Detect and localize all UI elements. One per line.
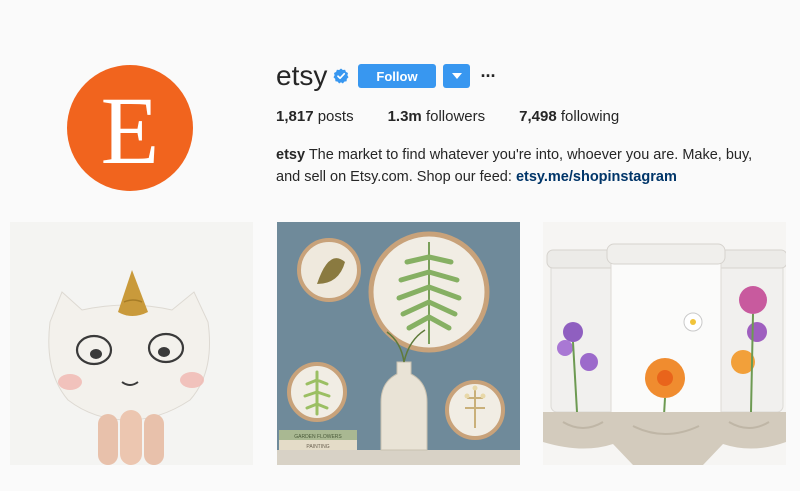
following-count: 7,498 [519,108,557,125]
ellipsis-icon: ··· [480,65,497,86]
book-label-1: GARDEN FLOWERS [294,434,342,440]
post-tile-3[interactable] [543,222,786,465]
profile-bio: etsy The market to find whatever you're … [276,144,776,188]
followers-stat[interactable]: 1.3m followers [388,108,486,125]
posts-label: posts [317,108,354,125]
caret-down-icon [451,73,462,79]
post-tile-2[interactable]: GARDEN FLOWERS PAINTING [277,222,520,465]
profile-username: etsy [276,60,328,91]
avatar-letter: E [100,77,160,184]
following-stat[interactable]: 7,498 following [519,108,619,125]
bio-link[interactable]: etsy.me/shopinstagram [516,169,677,185]
follow-button[interactable]: Follow [358,64,436,88]
posts-stat: 1,817 posts [276,108,354,125]
post-image-embroidery-hoops: GARDEN FLOWERS PAINTING [277,222,520,465]
post-image-floral-cups [543,222,786,465]
profile-stats: 1,817 posts 1.3m followers 7,498 followi… [276,108,653,125]
followers-count: 1.3m [387,108,422,125]
verified-badge-icon [333,68,349,84]
follow-dropdown-button[interactable] [443,64,470,88]
post-image-ceramic-bowl [10,222,253,465]
more-options-button[interactable]: ··· [478,64,498,88]
posts-count: 1,817 [276,108,314,125]
following-label: following [560,108,620,125]
bio-text: The market to find whatever you're into,… [276,147,753,185]
followers-label: followers [425,108,486,125]
profile-avatar[interactable]: E [67,65,193,191]
post-tile-1[interactable] [10,222,253,465]
bio-name: etsy [276,147,306,163]
book-label-2: PAINTING [306,444,329,450]
